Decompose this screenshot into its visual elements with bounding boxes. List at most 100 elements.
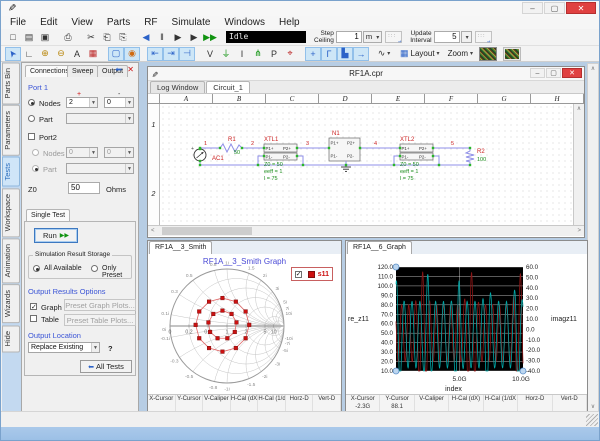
menu-edit[interactable]: Edit <box>33 16 64 29</box>
layout-button[interactable]: ▦ Layout ▾ <box>400 48 440 59</box>
circuit-minimize-button[interactable]: – <box>530 68 545 78</box>
step-into-button[interactable]: ▶ <box>170 30 186 44</box>
grid-toggle-button[interactable]: ▢ <box>108 47 124 61</box>
circuit-vertical-scrollbar[interactable]: ∧ <box>573 104 584 225</box>
menu-parts[interactable]: Parts <box>100 16 137 29</box>
menu-help[interactable]: Help <box>272 16 307 29</box>
close-button[interactable]: ✕ <box>566 2 596 14</box>
bitmap-tool-button-2[interactable] <box>503 47 521 61</box>
bar-graph-button[interactable]: ▙ <box>337 47 353 61</box>
sidebar-tab-animation[interactable]: Animation <box>2 238 20 283</box>
output-location-select[interactable]: Replace Existing▼ <box>28 342 100 353</box>
only-preset-radio[interactable] <box>91 265 98 272</box>
cut-button[interactable]: ✂ <box>83 30 99 44</box>
update-interval-input[interactable]: 5 <box>434 31 460 43</box>
align-right-button[interactable]: ⊣ <box>179 47 195 61</box>
all-tests-button[interactable]: ⬅ All Tests <box>80 360 132 373</box>
voltage-probe-button[interactable]: V <box>202 47 218 61</box>
part-button[interactable]: ▦ <box>85 47 101 61</box>
corner-shape-button[interactable]: Γ <box>321 47 337 61</box>
play-button[interactable]: ▶ <box>186 30 202 44</box>
tab-log-window[interactable]: Log Window <box>150 81 205 93</box>
update-interval-select[interactable]: ▾ <box>461 31 472 43</box>
port1-nodes-radio[interactable] <box>28 99 35 106</box>
dock-handle-button[interactable] <box>385 31 402 43</box>
port2-checkbox[interactable] <box>28 133 35 140</box>
cross-cursor-button[interactable]: + <box>305 47 321 61</box>
help-label[interactable]: ? <box>108 344 113 353</box>
menu-windows[interactable]: Windows <box>217 16 272 29</box>
close-panel-button[interactable]: ✕ <box>127 65 134 74</box>
align-left-button[interactable]: ⇤ <box>147 47 163 61</box>
pause-button[interactable]: ‖ <box>154 30 170 44</box>
open-button[interactable]: ▤ <box>21 30 37 44</box>
power-probe-button[interactable]: P <box>266 47 282 61</box>
select-pointer-button[interactable]: ➤ <box>5 47 21 61</box>
sidebar-tab-hide[interactable]: Hide <box>2 325 20 352</box>
new-button[interactable]: □ <box>5 30 21 44</box>
arrow-shape-button[interactable]: → <box>353 47 369 61</box>
scroll-left-icon[interactable]: < <box>151 228 155 234</box>
dock-handle-button-2[interactable] <box>475 31 492 43</box>
ground-button[interactable]: ⏚ <box>218 47 234 61</box>
tab-circuit_1[interactable]: Circuit_1 <box>206 81 250 93</box>
port1-part-radio[interactable] <box>28 115 35 122</box>
copy-button[interactable]: ⎗ <box>99 30 115 44</box>
graph-tab[interactable]: RF1A__6_Graph <box>347 241 412 254</box>
scroll-right-icon[interactable]: > <box>577 228 581 234</box>
wire-button[interactable]: ∟ <box>21 47 37 61</box>
step-ceiling-unit-select[interactable]: m ▾ <box>363 31 382 43</box>
menu-view[interactable]: View <box>64 16 100 29</box>
current-probe-button[interactable]: I <box>234 47 250 61</box>
menu-file[interactable]: File <box>3 16 33 29</box>
tests-tab-sweep[interactable]: Sweep <box>67 65 98 77</box>
circuit-close-button[interactable]: ✕ <box>562 68 582 78</box>
scroll-up-icon[interactable]: ∧ <box>574 105 584 112</box>
run-button[interactable]: Run ▶▶ <box>34 228 78 243</box>
sidebar-tab-parts-bin[interactable]: Parts Bin <box>2 62 20 104</box>
save-button[interactable]: ▣ <box>37 30 53 44</box>
schematic-canvas[interactable]: +P1+P2+P1-P2-XTL1Z0 = 50eeff = 1l = 75P1… <box>160 104 573 225</box>
sidebar-tab-workspace[interactable]: Workspace <box>2 188 20 237</box>
probe-style-button[interactable]: ∿▾ <box>376 47 392 61</box>
align-mid-button[interactable]: ⇥ <box>163 47 179 61</box>
sidebar-tab-wizards[interactable]: Wizards <box>2 284 20 323</box>
step-ceiling-input[interactable]: 1 <box>336 31 362 43</box>
circuit-window-titlebar[interactable]: ✎ RF1A.cpr – ▢ ✕ <box>148 67 584 81</box>
table-checkbox[interactable] <box>30 315 37 322</box>
menu-rf[interactable]: RF <box>137 16 164 29</box>
paste-button[interactable]: ⎘ <box>115 30 131 44</box>
minimize-button[interactable]: – <box>522 2 543 14</box>
all-available-radio[interactable] <box>33 265 40 272</box>
single-test-tab[interactable]: Single Test <box>26 209 70 221</box>
node-highlight-button[interactable]: ◉ <box>124 47 140 61</box>
text-tool-button[interactable]: A <box>69 47 85 61</box>
maximize-button[interactable]: ▢ <box>544 2 565 14</box>
zoom-out-button[interactable]: ⊖ <box>53 47 69 61</box>
resize-grip[interactable] <box>586 414 598 426</box>
sidebar-tab-parameters[interactable]: Parameters <box>2 105 20 156</box>
circuit-horizontal-scrollbar[interactable]: < > <box>148 225 584 236</box>
pin-panel-button[interactable]: ⬅ <box>115 65 122 74</box>
scroll-up-icon[interactable]: ∧ <box>588 65 598 72</box>
circuit-maximize-button[interactable]: ▢ <box>546 68 561 78</box>
port1-node-b-select[interactable]: 0▼ <box>104 97 134 108</box>
scrollbar-thumb[interactable] <box>162 227 252 235</box>
z0-input[interactable]: 50 <box>68 182 100 194</box>
print-button[interactable]: ⎙ <box>60 30 76 44</box>
zoom-button[interactable]: Zoom ▾ <box>448 49 473 58</box>
step-back-button[interactable]: ◀ <box>138 30 154 44</box>
transistor-button[interactable]: ⋔ <box>250 47 266 61</box>
graph-checkbox[interactable] <box>30 303 37 310</box>
mdi-vertical-scrollbar[interactable]: ∧ ∨ <box>587 63 599 412</box>
port1-node-a-select[interactable]: 2▼ <box>66 97 98 108</box>
scroll-down-icon[interactable]: ∨ <box>588 403 598 410</box>
tests-tab-output[interactable]: Output <box>97 65 128 77</box>
sidebar-tab-tests[interactable]: Tests <box>2 157 20 187</box>
run-fast-button[interactable]: ▶▶ <box>202 30 218 44</box>
bitmap-tool-button-1[interactable] <box>479 47 497 61</box>
diff-probe-button[interactable]: ⌖ <box>282 47 298 61</box>
menu-simulate[interactable]: Simulate <box>165 16 218 29</box>
zoom-in-button[interactable]: ⊕ <box>37 47 53 61</box>
smith-tab[interactable]: RF1A__3_Smith <box>149 241 212 254</box>
